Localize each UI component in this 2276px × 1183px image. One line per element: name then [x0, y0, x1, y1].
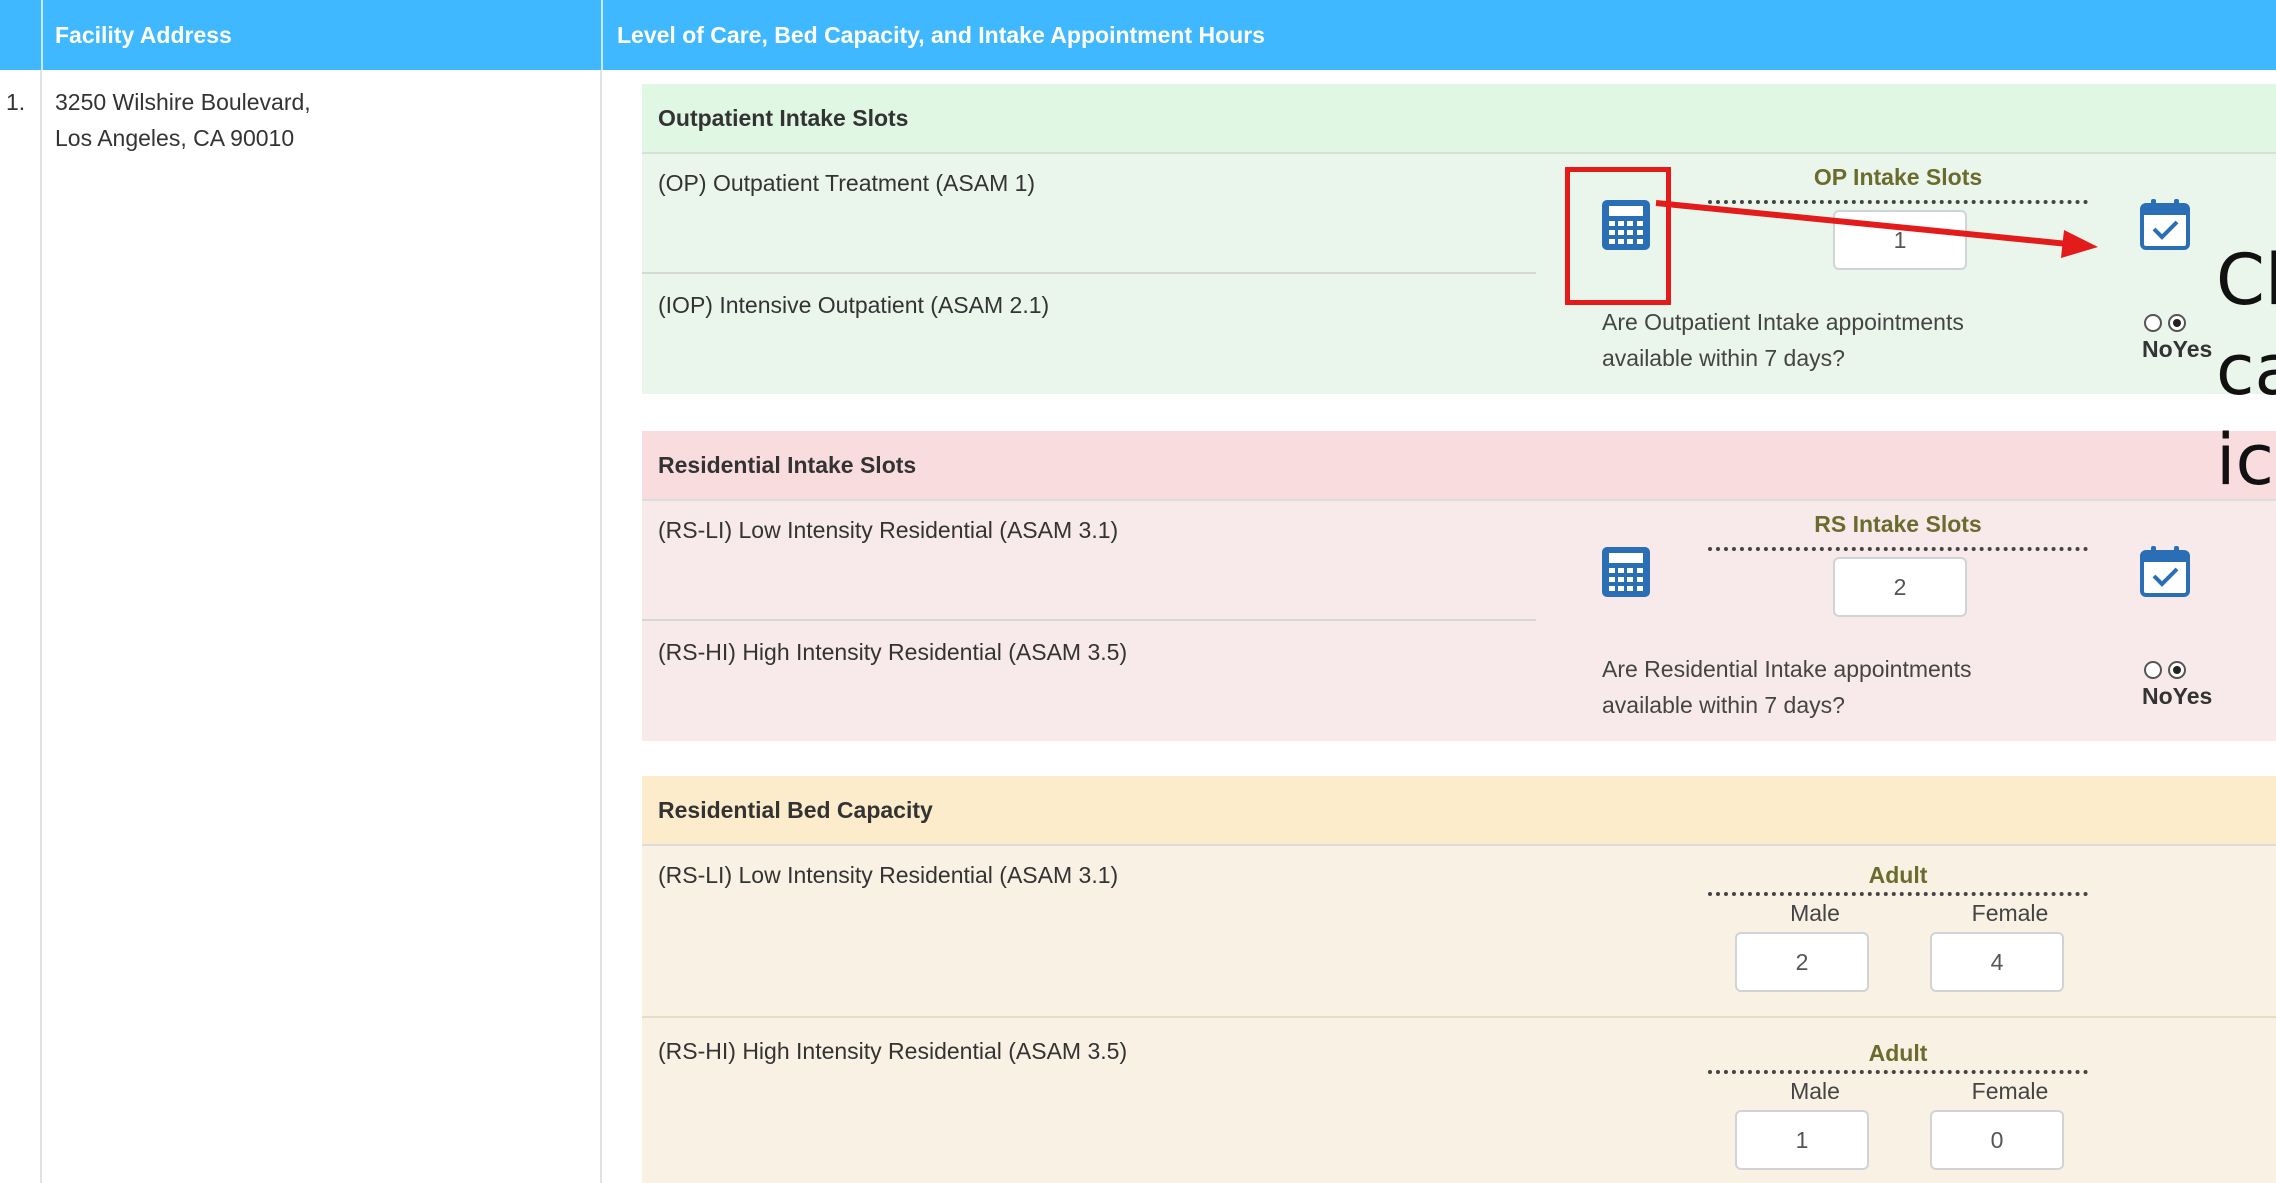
outpatient-section-header: Outpatient Intake Slots	[642, 84, 2276, 154]
header-divider	[601, 0, 603, 70]
calendar-check-icon[interactable]	[2140, 198, 2190, 250]
adult-group-label: Adult	[1868, 862, 1928, 888]
column-divider	[40, 70, 42, 1183]
dotted-separator	[1708, 1070, 2088, 1074]
annotation-line-1: Cl	[2216, 239, 2276, 321]
row-separator	[642, 1016, 2276, 1018]
residential-intake-section: Residential Intake Slots (RS-LI) Low Int…	[642, 431, 2276, 741]
question-line-2: available within 7 days?	[1602, 692, 1845, 718]
residential-section-title: Residential Intake Slots	[658, 452, 917, 478]
op-radio-no[interactable]	[2144, 314, 2162, 332]
op-radio-yes[interactable]	[2168, 314, 2186, 332]
facility-address: 3250 Wilshire Boulevard, Los Angeles, CA…	[55, 84, 311, 156]
residential-item-rs-hi: (RS-HI) High Intensity Residential (ASAM…	[658, 639, 1128, 665]
header-divider	[41, 0, 43, 70]
male-label: Male	[1790, 1078, 1840, 1104]
annotation-arrow	[1655, 200, 2098, 258]
annotation-text: Cl ca ic	[2216, 235, 2276, 505]
op-availability-question: Are Outpatient Intake appointments avail…	[1602, 304, 1964, 376]
rs-availability-question: Are Residential Intake appointments avai…	[1602, 651, 1972, 723]
question-line-1: Are Residential Intake appointments	[1602, 656, 1972, 682]
rs-slots-label: RS Intake Slots	[1814, 511, 1982, 537]
calendar-check-icon[interactable]	[2140, 545, 2190, 597]
bed-capacity-section-body: (RS-LI) Low Intensity Residential (ASAM …	[642, 846, 2276, 1183]
male-beds-input[interactable]: 2	[1735, 932, 1869, 992]
rs-radio-yes[interactable]	[2168, 661, 2186, 679]
rs-noyes-labels: NoYes	[2142, 683, 2213, 709]
header-facility-address: Facility Address	[55, 22, 232, 48]
row-separator	[642, 272, 1536, 274]
op-noyes-labels: NoYes	[2142, 336, 2213, 362]
female-beds-input[interactable]: 0	[1930, 1110, 2064, 1170]
residential-item-rs-li: (RS-LI) Low Intensity Residential (ASAM …	[658, 517, 1119, 543]
header-level-of-care: Level of Care, Bed Capacity, and Intake …	[617, 22, 1265, 48]
rs-radio-no[interactable]	[2144, 661, 2162, 679]
residential-section-body: (RS-LI) Low Intensity Residential (ASAM …	[642, 501, 2276, 741]
male-beds-input[interactable]: 1	[1735, 1110, 1869, 1170]
row-separator	[642, 619, 1536, 621]
outpatient-item-op: (OP) Outpatient Treatment (ASAM 1)	[658, 170, 1036, 196]
annotation-line-3: ic	[2216, 419, 2274, 501]
question-line-1: Are Outpatient Intake appointments	[1602, 309, 1964, 335]
female-label: Female	[1971, 900, 2049, 926]
op-slots-label: OP Intake Slots	[1813, 164, 1983, 190]
row-number: 1.	[6, 89, 26, 115]
female-beds-input[interactable]: 4	[1930, 932, 2064, 992]
adult-group-label: Adult	[1868, 1040, 1928, 1066]
rs-slots-input[interactable]: 2	[1833, 557, 1967, 617]
calculator-icon[interactable]	[1601, 546, 1651, 598]
annotation-line-2: ca	[2216, 329, 2276, 411]
dotted-separator	[1708, 547, 2088, 551]
table-header: Facility Address Level of Care, Bed Capa…	[0, 0, 2276, 70]
question-line-2: available within 7 days?	[1602, 345, 1845, 371]
bed-capacity-section-header: Residential Bed Capacity	[642, 776, 2276, 846]
outpatient-section-title: Outpatient Intake Slots	[658, 105, 909, 131]
column-divider	[600, 70, 602, 1183]
residential-section-header: Residential Intake Slots	[642, 431, 2276, 501]
bed-capacity-row-label: (RS-HI) High Intensity Residential (ASAM…	[658, 1038, 1128, 1064]
address-line-2: Los Angeles, CA 90010	[55, 125, 295, 151]
bed-capacity-section-title: Residential Bed Capacity	[658, 797, 933, 823]
male-label: Male	[1790, 900, 1840, 926]
female-label: Female	[1971, 1078, 2049, 1104]
bed-capacity-section: Residential Bed Capacity (RS-LI) Low Int…	[642, 776, 2276, 1183]
outpatient-item-iop: (IOP) Intensive Outpatient (ASAM 2.1)	[658, 292, 1050, 318]
dotted-separator	[1708, 892, 2088, 896]
address-line-1: 3250 Wilshire Boulevard,	[55, 89, 311, 115]
bed-capacity-row-label: (RS-LI) Low Intensity Residential (ASAM …	[658, 862, 1119, 888]
